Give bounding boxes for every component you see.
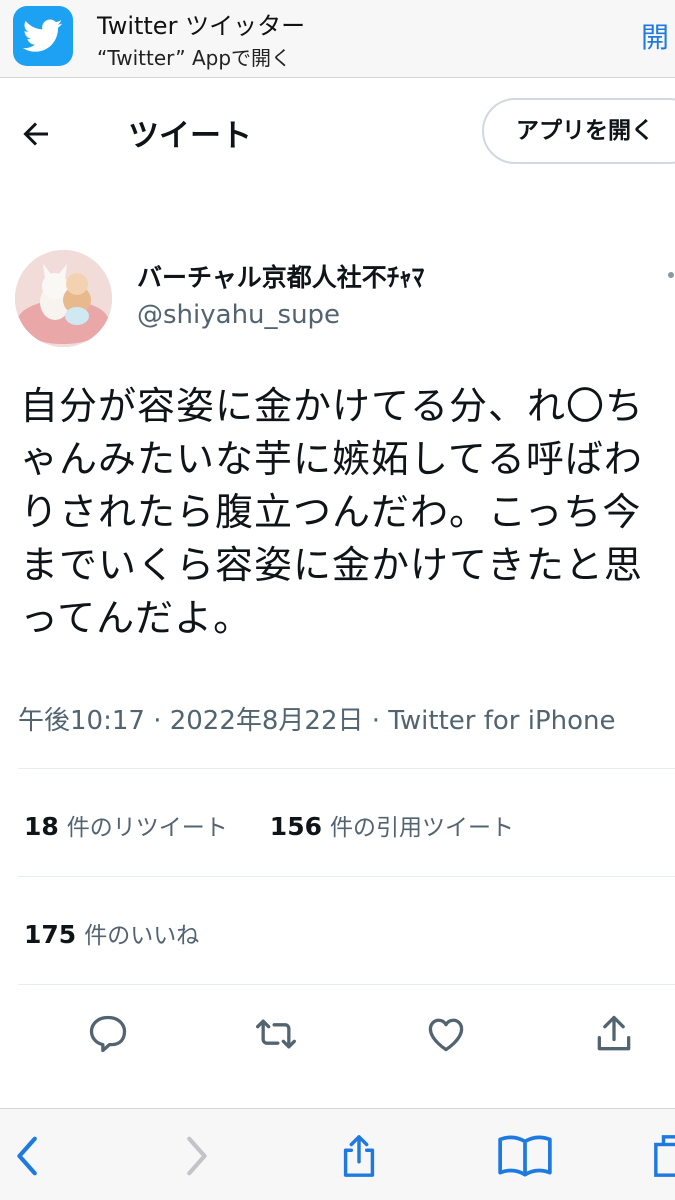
likes-label: 件のいいね — [84, 923, 200, 949]
tweet-timestamp: 午後10:17 · 2022年8月22日 · Twitter for iPhon… — [18, 706, 616, 736]
browser-toolbar — [0, 1108, 675, 1200]
forward-chevron-icon[interactable] — [172, 1131, 218, 1181]
share-icon[interactable] — [592, 1012, 636, 1056]
author-handle[interactable]: @shiyahu_supe — [137, 300, 340, 330]
quotes-count: 156 — [269, 812, 322, 841]
page-title: ツイート — [128, 118, 252, 154]
quotes-stat[interactable]: 156 件の引用ツイート — [269, 812, 514, 841]
back-chevron-icon[interactable] — [6, 1131, 52, 1181]
share-icon[interactable] — [336, 1131, 382, 1181]
tweet-text: 自分が容姿に金かけてる分、れ〇ちゃんみたいな芋に嫉妬してる呼ばわりされたら腹立つ… — [20, 384, 645, 640]
tweet-header: ツイート アプリを開く — [0, 78, 675, 188]
likes-row: 175 件のいいね — [24, 916, 241, 950]
back-arrow-icon[interactable] — [18, 116, 54, 152]
retweets-stat[interactable]: 18 件のリツイート — [24, 812, 228, 841]
twitter-bird-icon[interactable] — [13, 6, 73, 66]
open-app-button[interactable]: アプリを開く — [482, 98, 675, 164]
bookmarks-icon[interactable] — [496, 1131, 554, 1181]
tweet-actions — [0, 1000, 675, 1070]
divider — [18, 984, 675, 985]
likes-count: 175 — [24, 920, 77, 949]
retweets-label: 件のリツイート — [66, 815, 228, 841]
divider — [18, 876, 675, 877]
author-name[interactable]: バーチャル京都人社不ﾁｬﾏ — [137, 258, 424, 294]
tabs-icon[interactable] — [652, 1131, 675, 1181]
likes-stat[interactable]: 175 件のいいね — [24, 920, 200, 949]
more-options-icon[interactable] — [668, 272, 674, 278]
divider — [18, 768, 675, 769]
quotes-label: 件の引用ツイート — [329, 815, 514, 841]
retweets-count: 18 — [24, 812, 59, 841]
retweet-icon[interactable] — [254, 1012, 298, 1056]
avatar[interactable] — [15, 250, 112, 347]
reply-icon[interactable] — [86, 1012, 130, 1056]
like-icon[interactable] — [424, 1012, 468, 1056]
stats-row: 18 件のリツイート 156 件の引用ツイート — [24, 808, 556, 842]
smart-app-banner[interactable]: Twitter ツイッター “Twitter” Appで開く 開 — [0, 0, 675, 78]
app-subtitle: “Twitter” Appで開く — [97, 46, 292, 70]
app-name: Twitter ツイッター — [97, 12, 306, 40]
banner-open-button[interactable]: 開 — [641, 16, 669, 56]
